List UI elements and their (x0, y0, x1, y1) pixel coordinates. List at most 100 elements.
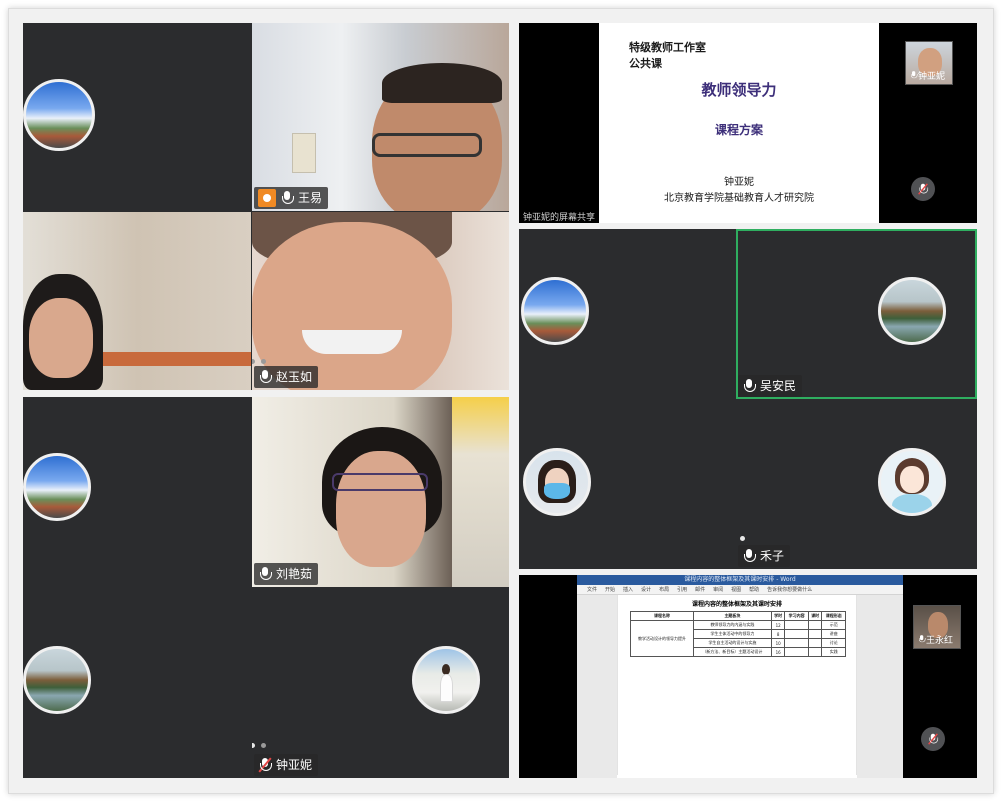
host-icon (258, 189, 276, 207)
video-tile-avatar-sky[interactable] (23, 397, 251, 587)
participant-avatar (521, 277, 589, 345)
ribbon-tab[interactable]: 帮助 (749, 586, 759, 593)
mic-icon (910, 71, 918, 80)
speaker-thumbnail[interactable]: 王永红 (913, 605, 961, 649)
video-tile-left-face[interactable] (23, 212, 251, 390)
document-title-bar: 课程内容的整体框架及其课时安排 - Word (577, 575, 903, 585)
table-cell: 示范 (821, 620, 846, 630)
participant-name: 钟亚妮 (276, 758, 313, 772)
ribbon-tab[interactable]: 开始 (605, 586, 615, 593)
mic-icon (280, 190, 294, 206)
document-page: 课程内容的整体框架及其课时安排 课程名称 主题板块 学时 学习内容 课时 课程形… (617, 595, 857, 775)
participant-avatar (878, 277, 946, 345)
course-table: 课程名称 主题板块 学时 学习内容 课时 课程形态 教学活动设计的领导力提升 教… (629, 611, 846, 657)
video-tile-he-zi[interactable]: 禾子 (736, 400, 977, 569)
thumbnail-name-tag: 钟亚妮 (908, 67, 945, 83)
document-heading: 课程内容的整体框架及其课时安排 (691, 601, 782, 608)
video-tile-avatar-lake[interactable] (23, 588, 251, 778)
video-tile-zhong-yani[interactable]: 钟亚妮 (252, 588, 509, 778)
participant-name-tag: 刘艳茹 (254, 563, 319, 585)
table-cell: 16 (770, 647, 786, 657)
meeting-panel-screen-share: 特级教师工作室 公共课 教师领导力 课程方案 钟亚妮 北京教育学院基础教育人才研… (519, 23, 977, 223)
table-row: 教学活动设计的领导力提升 教师领导力的内涵与实践 12 示范 (629, 620, 846, 657)
mic-icon (258, 369, 272, 385)
participant-video (252, 397, 509, 587)
thumbnail-name-tag: 王永红 (916, 631, 953, 647)
shared-document: 课程内容的整体框架及其课时安排 - Word 文件 开始 插入 设计 布局 引用… (577, 575, 903, 778)
shared-slide: 特级教师工作室 公共课 教师领导力 课程方案 钟亚妮 北京教育学院基础教育人才研… (599, 23, 879, 223)
ribbon-search[interactable]: 告诉我你想要做什么 (767, 586, 812, 593)
participant-name: 吴安民 (760, 379, 797, 393)
slide-subtitle: 课程方案 (714, 123, 763, 137)
mic-icon (918, 635, 926, 644)
ribbon-tab[interactable]: 设计 (641, 586, 651, 593)
table-cell: 10 (770, 638, 786, 648)
video-tile-liu-yanru[interactable]: 刘艳茹 (252, 397, 509, 587)
ribbon-tab[interactable]: 布局 (659, 586, 669, 593)
mic-icon (742, 548, 756, 564)
table-header: 学时 (770, 611, 786, 621)
participant-name-tag: 禾子 (738, 545, 791, 567)
participant-avatar (878, 448, 946, 516)
document-ribbon: 文件 开始 插入 设计 布局 引用 邮件 审阅 视图 帮助 告诉我你想要做什么 (577, 585, 903, 595)
participant-video (23, 212, 251, 390)
mic-icon (258, 566, 272, 582)
participant-name: 禾子 (760, 549, 785, 563)
mic-muted-icon (918, 183, 929, 195)
participant-name: 刘艳茹 (276, 567, 313, 581)
mic-icon (742, 378, 756, 394)
ribbon-tab[interactable]: 邮件 (695, 586, 705, 593)
page-indicator (252, 743, 266, 748)
meeting-panel-middle-right: 吴安民 禾子 (519, 229, 977, 569)
table-header: 主题板块 (693, 611, 772, 621)
slide-title: 教师领导力 (701, 81, 777, 99)
slide-line-2: 公共课 (629, 57, 662, 70)
video-tile-avatar-sky[interactable] (519, 229, 735, 399)
table-cell: 学生自主活动的设计与实施 (693, 638, 772, 648)
table-cell: 8 (770, 629, 786, 639)
participant-avatar (523, 448, 591, 516)
participant-video (252, 212, 509, 390)
table-header: 课程形态 (821, 611, 846, 621)
mic-toggle-button[interactable] (911, 177, 935, 201)
video-tile-wu-anmin[interactable]: 吴安民 (736, 229, 977, 399)
video-tile-avatar-mask[interactable] (519, 400, 735, 569)
ribbon-tab[interactable]: 引用 (677, 586, 687, 593)
ribbon-tab[interactable]: 插入 (623, 586, 633, 593)
participant-name-tag: 钟亚妮 (254, 754, 319, 776)
mic-muted-icon (258, 757, 272, 773)
participant-video (252, 23, 509, 211)
participant-name-tag: 吴安民 (738, 375, 803, 397)
table-header: 课程名称 (629, 611, 695, 621)
participant-name: 王永红 (926, 635, 954, 646)
table-cell: 讨论 (821, 638, 846, 648)
page-indicator (736, 536, 745, 541)
ribbon-tab[interactable]: 视图 (731, 586, 741, 593)
collage-frame: 王易 赵玉如 特级教师工作室 公共课 教师领导力 课程方案 钟亚妮 北京教育学院… (8, 8, 994, 794)
mic-toggle-button[interactable] (921, 727, 945, 751)
video-tile-avatar-sky[interactable] (23, 23, 251, 211)
video-tile-zhao-yuru[interactable]: 赵玉如 (252, 212, 509, 390)
participant-name: 王易 (298, 191, 323, 205)
participant-name: 赵玉如 (276, 370, 313, 384)
table-cell: （新方法、新目标）主题活动设计 (693, 647, 772, 657)
slide-line-1: 特级教师工作室 (629, 41, 706, 54)
participant-avatar (23, 79, 95, 151)
table-cell: 教师领导力的内涵与实践 (693, 620, 772, 630)
screen-share-label: 钟亚妮的屏幕共享 (523, 213, 596, 223)
page-indicator (252, 359, 266, 364)
participant-name: 钟亚妮 (918, 71, 946, 82)
speaker-thumbnail[interactable]: 钟亚妮 (905, 41, 953, 85)
slide-author: 钟亚妮 (724, 177, 754, 188)
ribbon-tab[interactable]: 文件 (587, 586, 597, 593)
participant-name-tag: 王易 (254, 187, 329, 209)
ribbon-tab[interactable]: 审阅 (713, 586, 723, 593)
video-tile-wang-yi[interactable]: 王易 (252, 23, 509, 211)
slide-organization: 北京教育学院基础教育人才研究院 (664, 193, 814, 204)
meeting-panel-document-share: 课程内容的整体框架及其课时安排 - Word 文件 开始 插入 设计 布局 引用… (519, 575, 977, 778)
table-cell: 学生主体活动中的领导力 (693, 629, 772, 639)
participant-avatar (412, 646, 480, 714)
meeting-panel-top-left: 王易 赵玉如 (23, 23, 509, 390)
participant-avatar (23, 453, 91, 521)
table-cell: 讲座 (821, 629, 846, 639)
